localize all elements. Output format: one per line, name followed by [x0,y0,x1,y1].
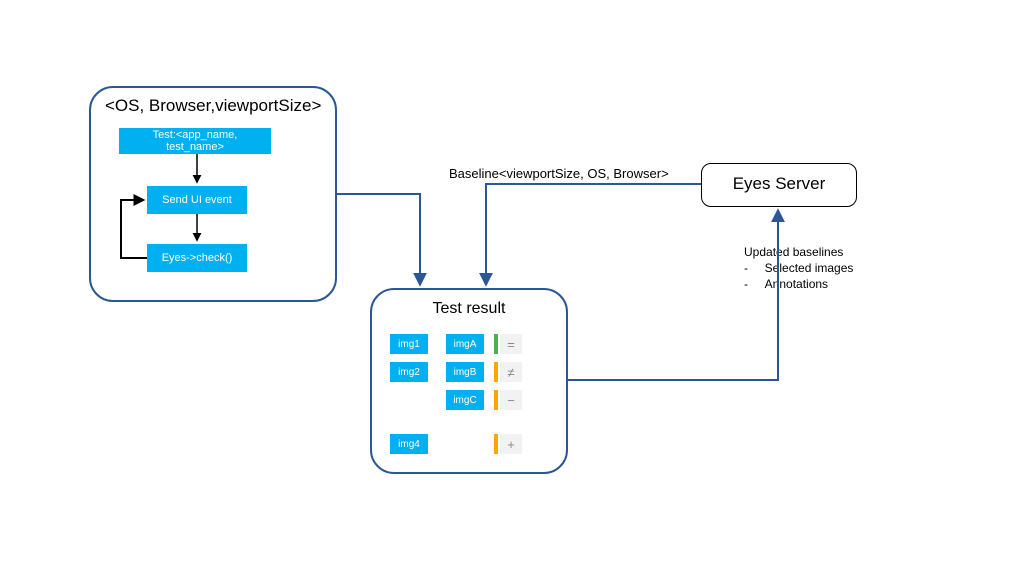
left-chip-4: img4 [390,434,428,454]
status-bar-2 [494,362,498,382]
status-sym-1: = [500,334,522,354]
notes-bullet-1: - Selected images [744,260,954,276]
right-chip-c: imgC [446,390,484,410]
test-panel: <OS, Browser,viewportSize> Test:<app_nam… [89,86,337,302]
test-panel-title: <OS, Browser,viewportSize> [105,96,321,116]
result-panel: Test result img1 img2 img4 imgA imgB img… [370,288,568,474]
server-panel-title: Eyes Server [702,174,856,194]
right-chip-a: imgA [446,334,484,354]
status-sym-4: + [500,434,522,454]
left-chip-2: img2 [390,362,428,382]
step-eyes-check-box: Eyes->check() [147,244,247,272]
server-panel: Eyes Server [701,163,857,207]
result-panel-title: Test result [372,300,566,318]
right-chip-b: imgB [446,362,484,382]
status-bar-3 [494,390,498,410]
status-sym-2: ≠ [500,362,522,382]
updated-baselines-notes: Updated baselines - Selected images - An… [744,244,954,293]
baseline-label: Baseline<viewportSize, OS, Browser> [449,166,669,181]
status-sym-3: − [500,390,522,410]
step-send-ui-event-box: Send UI event [147,186,247,214]
status-bar-4 [494,434,498,454]
left-chip-1: img1 [390,334,428,354]
notes-bullet-2: - Annotations [744,276,954,292]
status-bar-1 [494,334,498,354]
test-name-box: Test:<app_name, test_name> [119,128,271,154]
notes-heading: Updated baselines [744,244,954,260]
